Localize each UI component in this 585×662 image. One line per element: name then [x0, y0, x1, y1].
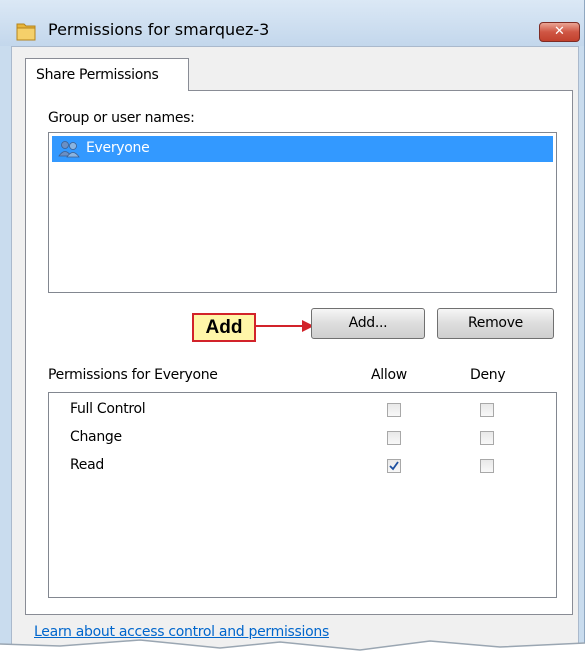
permissions-for-label: Permissions for Everyone	[48, 367, 218, 383]
deny-read-checkbox[interactable]	[480, 459, 494, 473]
close-icon: ✕	[554, 24, 565, 39]
allow-change-checkbox[interactable]	[387, 431, 401, 445]
permission-row-full-control: Full Control	[49, 396, 556, 422]
permission-name: Change	[70, 429, 122, 445]
deny-full-control-checkbox[interactable]	[480, 403, 494, 417]
tab-share-permissions[interactable]: Share Permissions	[25, 58, 189, 91]
permission-name: Full Control	[70, 401, 146, 417]
folder-icon	[16, 23, 36, 41]
list-item-label: Everyone	[86, 140, 150, 156]
remove-button[interactable]: Remove	[437, 308, 554, 339]
permission-name: Read	[70, 457, 104, 473]
add-callout-label: Add	[192, 313, 256, 342]
torn-edge-decoration	[0, 639, 585, 662]
title-bar[interactable]: Permissions for smarquez-3 ✕	[0, 0, 584, 46]
permission-row-change: Change	[49, 424, 556, 450]
callout-arrow-icon	[256, 320, 314, 332]
add-button[interactable]: Add...	[311, 308, 425, 339]
users-icon	[58, 141, 80, 158]
checkmark-icon	[389, 461, 399, 471]
tab-label: Share Permissions	[36, 67, 159, 83]
close-button[interactable]: ✕	[539, 22, 580, 42]
permissions-list: Full Control Change Read	[48, 392, 557, 598]
deny-column-header: Deny	[470, 367, 506, 383]
user-list[interactable]: Everyone	[48, 132, 557, 293]
deny-change-checkbox[interactable]	[480, 431, 494, 445]
permission-row-read: Read	[49, 452, 556, 478]
permissions-dialog: Permissions for smarquez-3 ✕ Share Permi…	[0, 0, 585, 662]
list-item-everyone[interactable]: Everyone	[52, 136, 553, 162]
allow-full-control-checkbox[interactable]	[387, 403, 401, 417]
allow-column-header: Allow	[371, 367, 407, 383]
window-title: Permissions for smarquez-3	[48, 20, 270, 39]
allow-read-checkbox[interactable]	[387, 459, 401, 473]
group-user-names-label: Group or user names:	[48, 110, 195, 126]
